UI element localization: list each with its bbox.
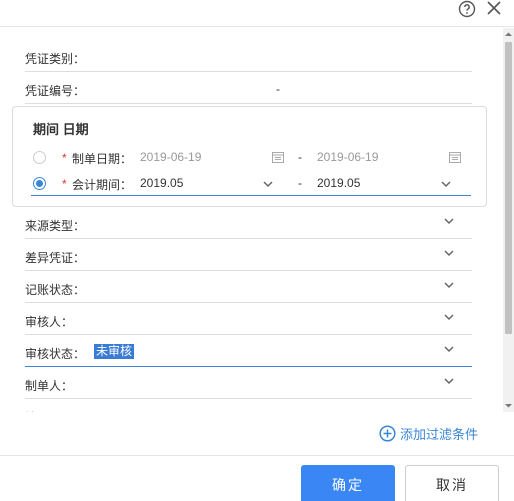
voucher-number-field[interactable]: 凭证编号： - — [25, 72, 472, 104]
date-period-panel: 期间 日期 * 制单日期： 2019-06-19 - 2019-06-19 * … — [12, 106, 487, 207]
calendar-icon[interactable] — [272, 151, 284, 163]
chevron-down-icon[interactable] — [444, 217, 454, 225]
close-icon[interactable] — [486, 0, 502, 16]
date-panel-title: 期间 日期 — [33, 122, 89, 137]
accounting-period-label: 会计期间： — [72, 178, 133, 192]
accounting-period-to[interactable]: 2019.05 — [317, 176, 360, 190]
voucher-number-label: 凭证编号： — [25, 84, 86, 98]
filter-form: 凭证类别： 凭证编号： - 期间 日期 * 制单日期： 2019-06-19 -… — [0, 28, 503, 412]
posting-status-field[interactable]: 记账状态： — [25, 271, 472, 303]
creator-label: 制单人： — [25, 379, 74, 393]
scrollbar-thumb[interactable] — [505, 42, 512, 334]
create-date-label: 制单日期： — [72, 152, 133, 166]
chevron-down-icon[interactable] — [263, 180, 273, 188]
chevron-down-icon[interactable] — [444, 313, 454, 321]
review-status-value[interactable]: 未审核 — [94, 344, 135, 359]
confirm-button[interactable]: 确定 — [301, 465, 395, 501]
required-mark: * — [62, 177, 67, 191]
chevron-down-icon[interactable] — [444, 249, 454, 257]
scroll-down-arrow-icon[interactable] — [504, 401, 513, 410]
create-date-to[interactable]: 2019-06-19 — [317, 150, 378, 164]
summary-label: 摘要 — [25, 409, 49, 412]
reviewer-label: 审核人： — [25, 315, 74, 329]
chevron-down-icon[interactable] — [444, 377, 454, 385]
chevron-down-icon[interactable] — [444, 281, 454, 289]
dialog-header — [0, 0, 514, 27]
voucher-type-label: 凭证类别： — [25, 52, 86, 66]
scroll-up-arrow-icon[interactable] — [504, 30, 513, 39]
reviewer-field[interactable]: 审核人： — [25, 303, 472, 335]
posting-status-label: 记账状态： — [25, 283, 86, 297]
footer-divider — [0, 455, 514, 456]
create-date-radio[interactable] — [33, 151, 46, 164]
diff-voucher-label: 差异凭证： — [25, 251, 86, 265]
chevron-down-icon[interactable] — [441, 180, 451, 188]
scrollbar[interactable] — [503, 28, 514, 412]
required-mark: * — [62, 151, 67, 165]
accounting-period-from[interactable]: 2019.05 — [140, 176, 183, 190]
plus-circle-icon — [379, 424, 396, 442]
source-type-label: 来源类型： — [25, 219, 86, 233]
review-status-label: 审核状态： — [25, 347, 86, 361]
create-date-from[interactable]: 2019-06-19 — [140, 150, 201, 164]
source-type-field[interactable]: 来源类型： — [25, 207, 472, 239]
help-circle-icon[interactable] — [458, 0, 476, 18]
summary-field[interactable]: 摘要 — [25, 399, 472, 412]
voucher-type-field[interactable]: 凭证类别： — [25, 40, 472, 72]
diff-voucher-field[interactable]: 差异凭证： — [25, 239, 472, 271]
creator-field[interactable]: 制单人： — [25, 367, 472, 399]
calendar-icon[interactable] — [449, 151, 461, 163]
create-date-row: * 制单日期： 2019-06-19 - 2019-06-19 — [31, 147, 471, 169]
review-status-field[interactable]: 审核状态： 未审核 — [25, 335, 472, 367]
date-separator: - — [298, 150, 302, 164]
chevron-down-icon[interactable] — [444, 345, 454, 353]
period-separator: - — [298, 176, 302, 190]
add-filter-label: 添加过滤条件 — [400, 426, 479, 442]
accounting-period-row: * 会计期间： 2019.05 - 2019.05 — [31, 173, 471, 196]
voucher-number-separator: - — [276, 82, 280, 96]
cancel-button[interactable]: 取消 — [405, 465, 499, 501]
add-filter-button[interactable]: 添加过滤条件 — [379, 424, 478, 442]
accounting-period-radio[interactable] — [33, 177, 46, 190]
